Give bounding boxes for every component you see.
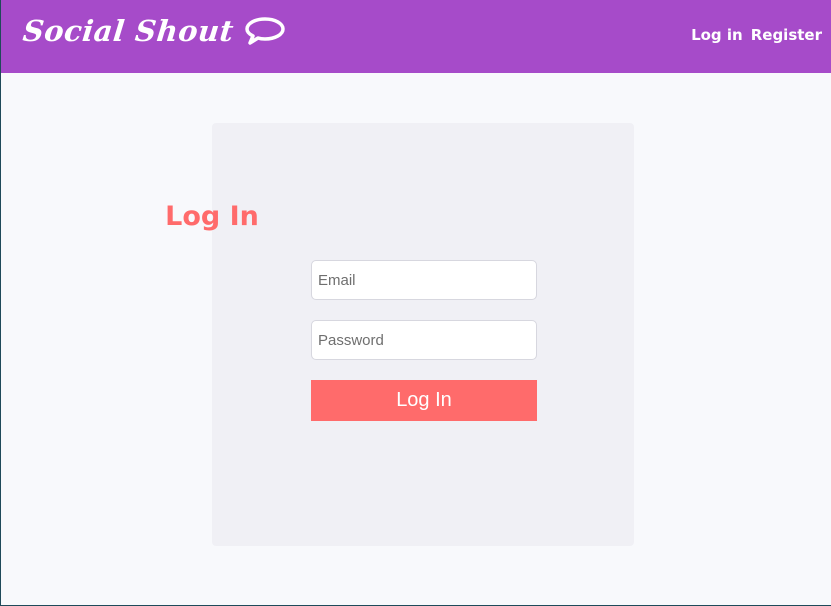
brand-logo[interactable]: Social Shout	[21, 14, 286, 48]
login-link[interactable]: Log in	[691, 26, 743, 44]
email-field[interactable]	[311, 260, 537, 300]
password-field[interactable]	[311, 320, 537, 360]
speech-bubble-icon	[244, 17, 285, 45]
brand-name: Social Shout	[21, 14, 236, 48]
login-title: Log In	[165, 201, 259, 232]
login-button[interactable]: Log In	[311, 380, 537, 421]
top-navbar: Social Shout Log in Register	[1, 0, 831, 73]
header-nav: Log in Register	[691, 26, 822, 44]
register-link[interactable]: Register	[751, 26, 822, 44]
